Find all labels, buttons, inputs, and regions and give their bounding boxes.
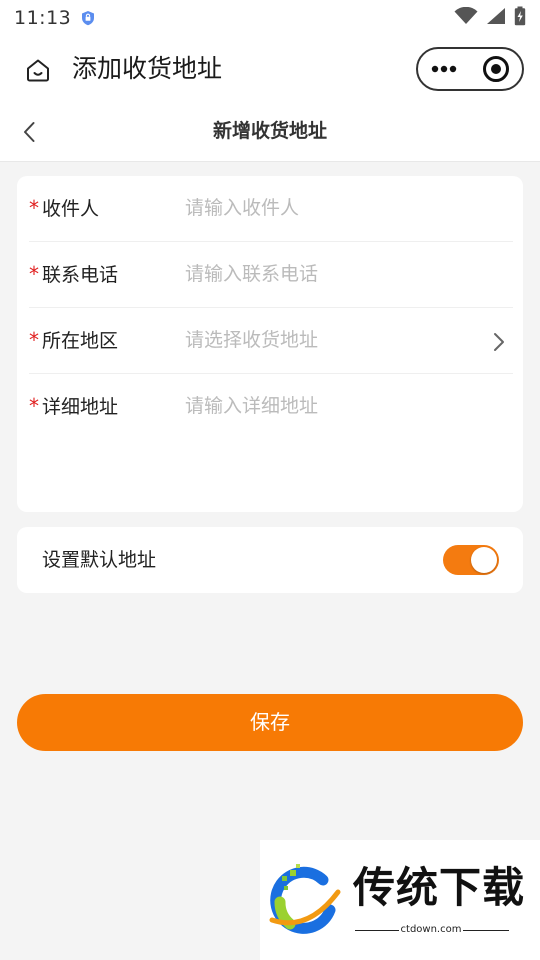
divider: [355, 930, 399, 931]
save-button[interactable]: 保存: [17, 694, 523, 751]
divider: [463, 930, 509, 931]
detail-address-row: * 详细地址 请输入详细地址: [29, 374, 513, 440]
wifi-icon: [454, 6, 478, 29]
detail-address-textarea[interactable]: 请输入详细地址: [185, 391, 485, 421]
page-title: 添加收货地址: [72, 54, 223, 83]
target-close-icon[interactable]: [470, 49, 522, 89]
region-label: 所在地区: [42, 330, 119, 352]
status-time: 11:13: [14, 7, 72, 29]
phone-row: * 联系电话 请输入联系电话: [29, 242, 513, 308]
phone-input[interactable]: 请输入联系电话: [185, 259, 485, 289]
default-address-label: 设置默认地址: [42, 549, 157, 571]
watermark-text: 传统下载: [353, 863, 526, 912]
default-address-card: 设置默认地址: [17, 527, 523, 593]
default-address-toggle[interactable]: [443, 545, 499, 575]
required-mark: *: [29, 394, 39, 418]
mini-program-header: 添加收货地址: [0, 36, 540, 102]
recipient-label: 收件人: [42, 198, 100, 220]
more-dots-icon[interactable]: [418, 49, 470, 89]
required-mark: *: [29, 196, 39, 220]
recipient-input[interactable]: 请输入收件人: [185, 193, 485, 223]
address-form: * 收件人 请输入收件人 * 联系电话 请输入联系电话 * 所在地区 请选择收货…: [17, 176, 523, 512]
watermark: 传统下载 ctdown.com: [260, 840, 540, 960]
phone-label: 联系电话: [42, 264, 119, 286]
signal-icon: [486, 7, 506, 29]
nav-bar: 新增收货地址: [0, 102, 540, 162]
region-row[interactable]: * 所在地区 请选择收货地址: [29, 308, 513, 374]
status-bar: 11:13: [0, 0, 540, 36]
recipient-row: * 收件人 请输入收件人: [29, 176, 513, 242]
toggle-knob: [471, 547, 497, 573]
battery-charging-icon: [514, 6, 526, 30]
watermark-sub: ctdown.com: [400, 924, 462, 935]
nav-title: 新增收货地址: [212, 120, 327, 142]
required-mark: *: [29, 262, 39, 286]
watermark-logo-icon: [268, 862, 342, 936]
capsule-menu: [416, 47, 524, 91]
chevron-right-icon[interactable]: [489, 330, 509, 354]
required-mark: *: [29, 328, 39, 352]
home-icon[interactable]: [22, 56, 54, 84]
region-select[interactable]: 请选择收货地址: [185, 325, 485, 355]
shield-icon: [81, 10, 95, 26]
detail-address-label: 详细地址: [42, 396, 119, 418]
